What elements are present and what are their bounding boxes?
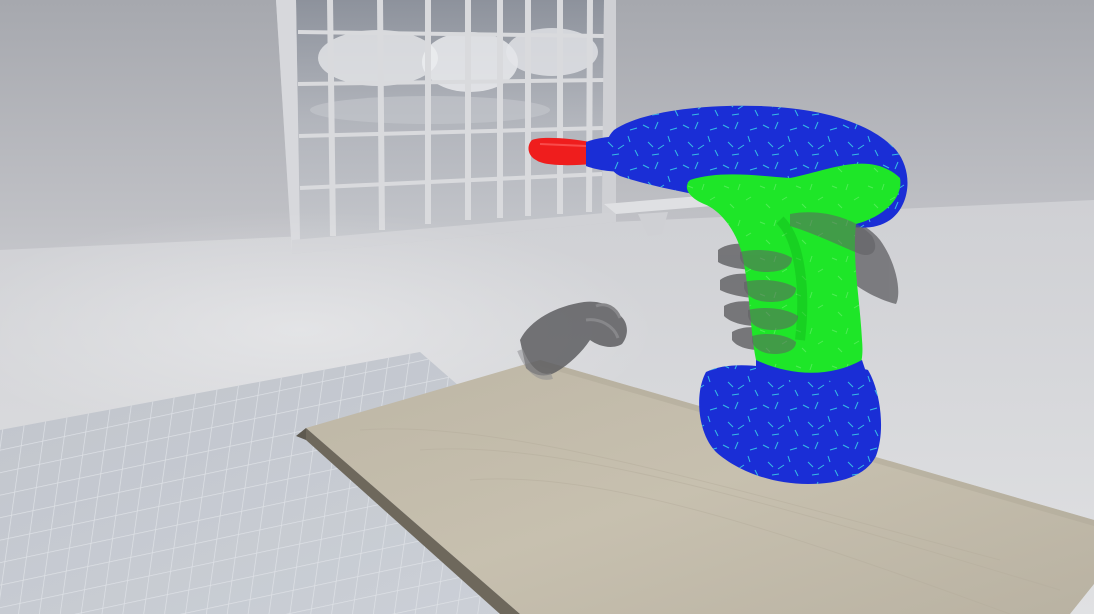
drill-tip: [528, 137, 592, 166]
vr-scene: [0, 0, 1094, 614]
scene-canvas: [0, 0, 1094, 614]
